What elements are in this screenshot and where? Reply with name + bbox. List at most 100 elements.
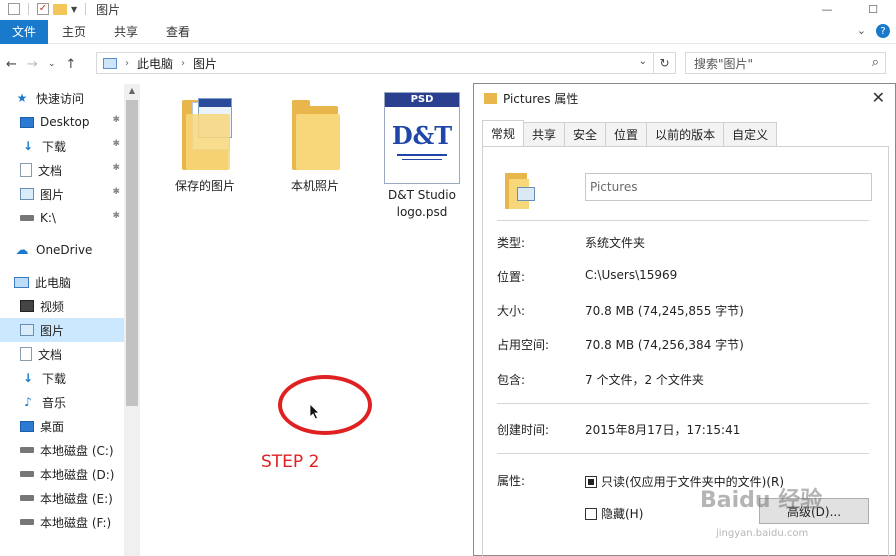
chevron-down-icon[interactable]: ⌄: [857, 24, 866, 38]
sidebar-item[interactable]: 文档: [0, 342, 124, 366]
search-icon[interactable]: ⌕: [872, 55, 879, 70]
file-label: D&T Studio logo.psd: [388, 188, 456, 219]
folder-name-field[interactable]: [585, 173, 872, 201]
sidebar-item[interactable]: 本地磁盘 (F:): [0, 510, 124, 534]
tab-previous-versions[interactable]: 以前的版本: [646, 122, 725, 146]
sidebar-item[interactable]: 本地磁盘 (D:): [0, 462, 124, 486]
download-icon: ↓: [22, 139, 34, 153]
search-input[interactable]: 搜索"图片" ⌕: [685, 52, 886, 74]
watermark-url: jingyan.baidu.com: [716, 528, 809, 539]
address-bar[interactable]: › 此电脑 › 图片 ⌄ ↻: [96, 52, 676, 74]
document-icon: [20, 163, 32, 177]
sidebar-item[interactable]: ↓ 下载: [0, 366, 124, 390]
sidebar-item-label: 本地磁盘 (E:): [40, 491, 113, 506]
sidebar-item[interactable]: 本地磁盘 (E:): [0, 486, 124, 510]
document-icon: [20, 347, 32, 361]
tab-customize[interactable]: 自定义: [723, 122, 778, 146]
tab-security[interactable]: 安全: [564, 122, 607, 146]
size-label: 大小:: [497, 304, 526, 318]
sidebar-item[interactable]: 本地磁盘 (C:): [0, 438, 124, 462]
sidebar-scrollbar[interactable]: ▲: [124, 84, 140, 556]
download-icon: ↓: [22, 371, 34, 385]
chevron-right-icon[interactable]: ›: [125, 58, 129, 69]
file-item-psd[interactable]: PSD D&T D&T Studio logo.psd: [377, 92, 467, 221]
help-icon[interactable]: ?: [876, 24, 890, 38]
sidebar-item[interactable]: ↓ 下载 ✱: [0, 134, 124, 158]
app-icon[interactable]: [8, 3, 20, 15]
file-label: 本机照片: [290, 179, 339, 193]
sidebar-item-label: 文档: [38, 163, 63, 178]
tab-general[interactable]: 常规: [482, 120, 525, 146]
dialog-title-bar: Pictures 属性: [474, 84, 895, 112]
title-bar: ✓ ▼ 图片 — ☐: [0, 0, 896, 18]
file-item-camera-roll[interactable]: 本机照片: [270, 96, 360, 195]
pc-icon: [14, 276, 29, 288]
desktop-icon: [20, 116, 34, 128]
scroll-up-icon[interactable]: ▲: [124, 84, 140, 98]
back-arrow-icon[interactable]: ←: [6, 57, 17, 72]
music-icon: ♪: [24, 395, 32, 409]
sidebar-item[interactable]: 文档 ✱: [0, 158, 124, 182]
drive-icon: [20, 519, 34, 525]
chevron-right-icon[interactable]: ›: [181, 58, 185, 69]
tab-sharing[interactable]: 共享: [523, 122, 566, 146]
folder-icon: [484, 92, 497, 104]
pin-icon[interactable]: ✱: [112, 163, 120, 173]
properties-quick-icon[interactable]: ✓: [37, 3, 49, 15]
scroll-thumb[interactable]: [126, 100, 138, 406]
sidebar-item-label: 本地磁盘 (F:): [40, 515, 112, 530]
breadcrumb-pictures[interactable]: 图片: [193, 55, 217, 72]
file-item-saved-pictures[interactable]: 保存的图片: [160, 96, 250, 195]
sidebar-item[interactable]: 此电脑: [0, 270, 124, 294]
refresh-icon[interactable]: ↻: [653, 53, 675, 73]
tab-file[interactable]: 文件: [0, 19, 49, 44]
pin-icon[interactable]: ✱: [112, 187, 120, 197]
folder-icon: [288, 96, 342, 172]
sidebar-item[interactable]: 图片: [0, 318, 124, 342]
sidebar-item[interactable]: 视频: [0, 294, 124, 318]
new-folder-icon[interactable]: [53, 3, 67, 15]
maximize-button[interactable]: ☐: [850, 0, 896, 18]
minimize-button[interactable]: —: [804, 0, 850, 18]
checkbox-box[interactable]: [585, 475, 597, 488]
breadcrumb-this-pc[interactable]: 此电脑: [137, 55, 173, 72]
sidebar-item[interactable]: Desktop ✱: [0, 110, 124, 134]
watermark-logo: Baidu 经验: [700, 488, 823, 513]
sidebar-item[interactable]: ★ 快速访问: [0, 86, 124, 110]
tab-location[interactable]: 位置: [605, 122, 648, 146]
chevron-down-icon[interactable]: ▼: [71, 5, 77, 14]
attributes-label: 属性:: [497, 474, 526, 488]
sidebar-item-label: K:\: [40, 211, 56, 225]
folder-icon: [178, 96, 232, 172]
chevron-down-icon[interactable]: ⌄: [639, 56, 647, 67]
divider: [497, 403, 869, 404]
file-label: 保存的图片: [174, 179, 235, 193]
hidden-label: 隐藏(H): [601, 507, 644, 521]
pin-icon[interactable]: ✱: [112, 139, 120, 149]
created-label: 创建时间:: [497, 423, 550, 437]
contains-value: 7 个文件，2 个文件夹: [585, 373, 704, 387]
tab-view[interactable]: 查看: [152, 20, 204, 44]
tab-share[interactable]: 共享: [100, 20, 152, 44]
sidebar-item[interactable]: K:\ ✱: [0, 206, 124, 230]
hidden-checkbox[interactable]: 隐藏(H): [585, 505, 643, 522]
up-arrow-icon[interactable]: ↑: [65, 57, 76, 72]
dialog-title: Pictures 属性: [503, 91, 579, 106]
sidebar-item-label: 下载: [42, 371, 67, 386]
sidebar-item[interactable]: ♪ 音乐: [0, 390, 124, 414]
pin-icon[interactable]: ✱: [112, 211, 120, 221]
size-value: 70.8 MB (74,245,855 字节): [585, 304, 744, 318]
close-icon[interactable]: ✕: [872, 88, 885, 107]
checkbox-box[interactable]: [585, 507, 597, 520]
forward-arrow-icon[interactable]: →: [27, 57, 38, 72]
divider: [497, 220, 869, 221]
chevron-down-icon[interactable]: ⌄: [48, 59, 56, 69]
sidebar-item-label: 文档: [38, 347, 63, 362]
sidebar-item[interactable]: 桌面: [0, 414, 124, 438]
pc-icon: [103, 57, 117, 69]
sidebar-item-label: 此电脑: [35, 275, 72, 290]
pin-icon[interactable]: ✱: [112, 115, 120, 125]
tab-home[interactable]: 主页: [48, 20, 100, 44]
sidebar-item[interactable]: ☁ OneDrive: [0, 238, 124, 262]
sidebar-item[interactable]: 图片 ✱: [0, 182, 124, 206]
